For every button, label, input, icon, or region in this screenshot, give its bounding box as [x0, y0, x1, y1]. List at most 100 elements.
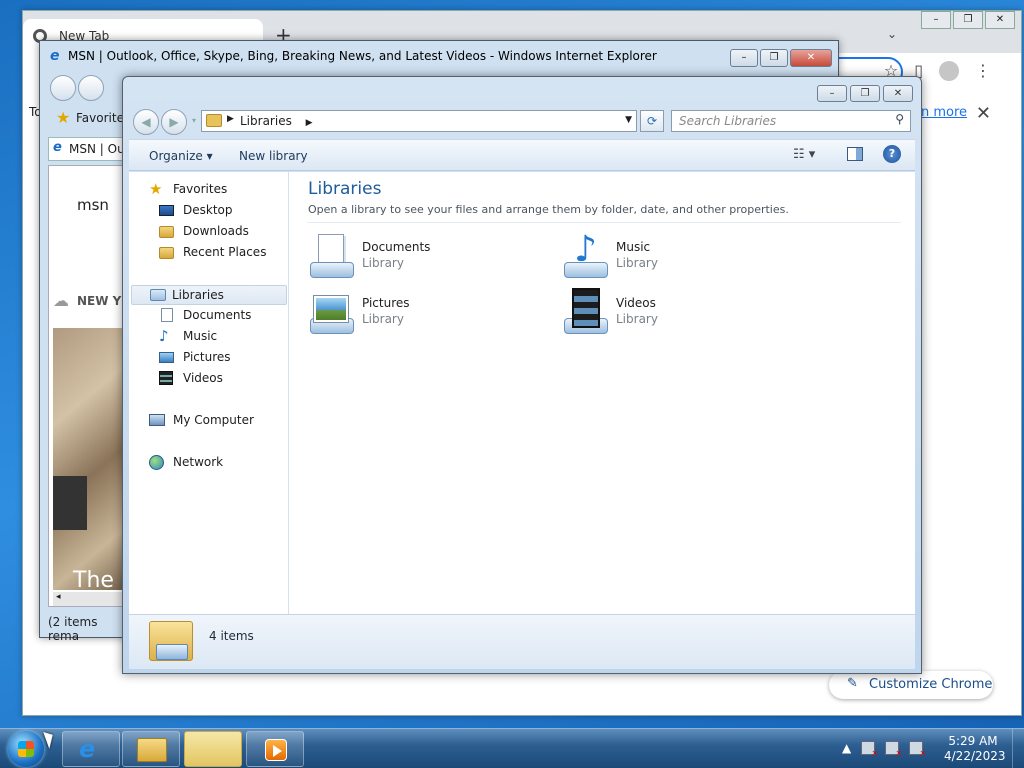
ie-tab-msn[interactable]: e MSN | Ou [48, 137, 128, 161]
library-item-videos[interactable]: Videos Library [562, 288, 802, 340]
ie-tab-icon: e [53, 140, 62, 155]
nav-item-downloads[interactable]: Downloads [159, 224, 249, 238]
new-library-button[interactable]: New library [239, 149, 308, 163]
nav-label: Network [173, 455, 224, 469]
nav-item-videos[interactable]: Videos [159, 371, 223, 385]
ie-title-bar: e MSN | Outlook, Office, Skype, Bing, Br… [50, 48, 657, 64]
system-clock[interactable]: 5:29 AM 4/22/2023 [944, 734, 1006, 764]
ie-tab-label: MSN | Ou [69, 142, 125, 156]
ie-back-button[interactable] [50, 75, 76, 101]
customize-chrome-button[interactable]: ✎ Customize Chrome [829, 671, 993, 699]
profile-avatar-icon[interactable] [939, 61, 959, 81]
recent-pages-dropdown[interactable]: ▾ [189, 109, 199, 135]
ie-status-bar: (2 items rema [48, 615, 98, 643]
library-name: Music [616, 240, 651, 254]
network-status-icon[interactable] [885, 741, 902, 758]
nav-item-documents[interactable]: Documents [159, 308, 251, 322]
nav-label: Favorites [173, 182, 228, 196]
search-placeholder: Search Libraries [679, 114, 777, 128]
change-view-icon[interactable]: ☷ ▾ [793, 147, 815, 162]
taskbar-media-player-button[interactable] [246, 731, 304, 767]
nav-item-pictures[interactable]: Pictures [159, 350, 231, 364]
ie-title-text: MSN | Outlook, Office, Skype, Bing, Brea… [68, 49, 657, 63]
nav-label: Videos [183, 371, 223, 385]
show-desktop-button[interactable] [1012, 729, 1024, 768]
taskbar-ie-button[interactable]: e [62, 731, 120, 767]
chrome-minimize-button[interactable]: – [921, 11, 951, 29]
favorites-star-icon: ★ [149, 180, 163, 198]
favorites-star-icon: ★ [56, 108, 71, 127]
preview-pane-icon[interactable] [847, 147, 863, 161]
tab-search-chevron-icon[interactable]: ⌄ [887, 27, 897, 41]
nav-item-network[interactable]: Network [149, 455, 224, 470]
volume-muted-icon[interactable] [909, 741, 926, 758]
address-bar[interactable]: ▶ Libraries ▶ ▼ [201, 110, 637, 132]
help-icon[interactable]: ? [883, 145, 901, 163]
nav-label: Music [183, 329, 218, 343]
pictures-library-icon [308, 288, 356, 336]
refresh-button[interactable]: ⟳ [640, 110, 664, 132]
learn-more-link[interactable]: n more [921, 105, 967, 120]
library-item-pictures[interactable]: Pictures Library [308, 288, 548, 340]
libraries-large-icon [149, 621, 193, 661]
explorer-minimize-button[interactable]: – [817, 85, 847, 102]
cloud-icon: ☁ [53, 291, 69, 310]
start-button[interactable] [8, 731, 44, 767]
downloads-folder-icon [159, 226, 174, 238]
show-hidden-icons-icon[interactable]: ▲ [842, 741, 851, 755]
search-icon[interactable]: ⚲ [895, 112, 904, 126]
nav-item-libraries[interactable]: Libraries [131, 285, 287, 305]
nav-item-desktop[interactable]: Desktop [159, 203, 233, 217]
breadcrumb-arrow-icon[interactable]: ▶ [306, 118, 313, 128]
nav-item-my-computer[interactable]: My Computer [149, 413, 254, 427]
library-kind: Library [362, 312, 404, 326]
explorer-maximize-button[interactable]: ❐ [850, 85, 880, 102]
libraries-content: Libraries Open a library to see your fil… [289, 172, 915, 614]
organize-button[interactable]: Organize ▾ [149, 149, 213, 163]
weather-widget[interactable]: ☁ NEW Y [53, 291, 122, 310]
breadcrumb-libraries[interactable]: Libraries [240, 114, 292, 128]
ie-minimize-button[interactable]: – [730, 49, 758, 67]
address-dropdown-icon[interactable]: ▼ [625, 115, 632, 125]
ie-maximize-button[interactable]: ❐ [760, 49, 788, 67]
action-center-icon[interactable] [861, 741, 878, 758]
taskbar: e ▲ 5:29 AM 4/22/2023 [0, 728, 1024, 768]
explorer-close-button[interactable]: ✕ [883, 85, 913, 102]
ie-favorites-button[interactable]: ★ Favorites [56, 108, 130, 127]
weather-location: NEW Y [77, 294, 122, 308]
forward-button[interactable]: ▶ [161, 109, 187, 135]
library-item-documents[interactable]: Documents Library [308, 232, 548, 284]
taskbar-active-window-button[interactable] [184, 731, 242, 767]
nav-label: Recent Places [183, 245, 267, 259]
pictures-icon [159, 352, 174, 363]
explorer-nav-buttons: ◀ ▶ ▾ [133, 109, 199, 135]
taskbar-explorer-button[interactable] [122, 731, 180, 767]
nav-item-recent-places[interactable]: Recent Places [159, 245, 266, 259]
nav-label: Documents [183, 308, 252, 322]
news-photo[interactable]: The [53, 328, 129, 593]
customize-chrome-label: Customize Chrome [869, 677, 993, 692]
nav-item-music[interactable]: ♪ Music [159, 329, 218, 344]
ie-forward-button[interactable] [78, 75, 104, 101]
videos-icon [159, 371, 173, 385]
command-bar: Organize ▾ New library ☷ ▾ ? [129, 139, 915, 171]
banner-close-icon[interactable]: ✕ [976, 103, 991, 124]
chrome-maximize-button[interactable]: ❐ [953, 11, 983, 29]
menu-dots-icon[interactable]: ⋮ [975, 61, 991, 81]
libraries-folder-icon [206, 114, 222, 127]
recent-places-icon [159, 247, 174, 259]
nav-label: Pictures [183, 350, 231, 364]
chrome-close-button[interactable]: ✕ [985, 11, 1015, 29]
breadcrumb-arrow-icon[interactable]: ▶ [227, 114, 234, 124]
library-item-music[interactable]: ♪ Music Library [562, 230, 802, 284]
library-name: Videos [616, 296, 656, 310]
videos-library-icon [562, 288, 610, 336]
back-button[interactable]: ◀ [133, 109, 159, 135]
documents-library-icon [308, 232, 356, 280]
search-input[interactable]: Search Libraries ⚲ [671, 110, 911, 132]
ie-horizontal-scrollbar[interactable]: ◂ [53, 592, 129, 606]
ie-close-button[interactable]: ✕ [790, 49, 832, 67]
nav-item-favorites[interactable]: ★ Favorites [149, 180, 228, 198]
msn-logo[interactable]: msn [77, 196, 109, 214]
nav-label: Downloads [183, 224, 249, 238]
